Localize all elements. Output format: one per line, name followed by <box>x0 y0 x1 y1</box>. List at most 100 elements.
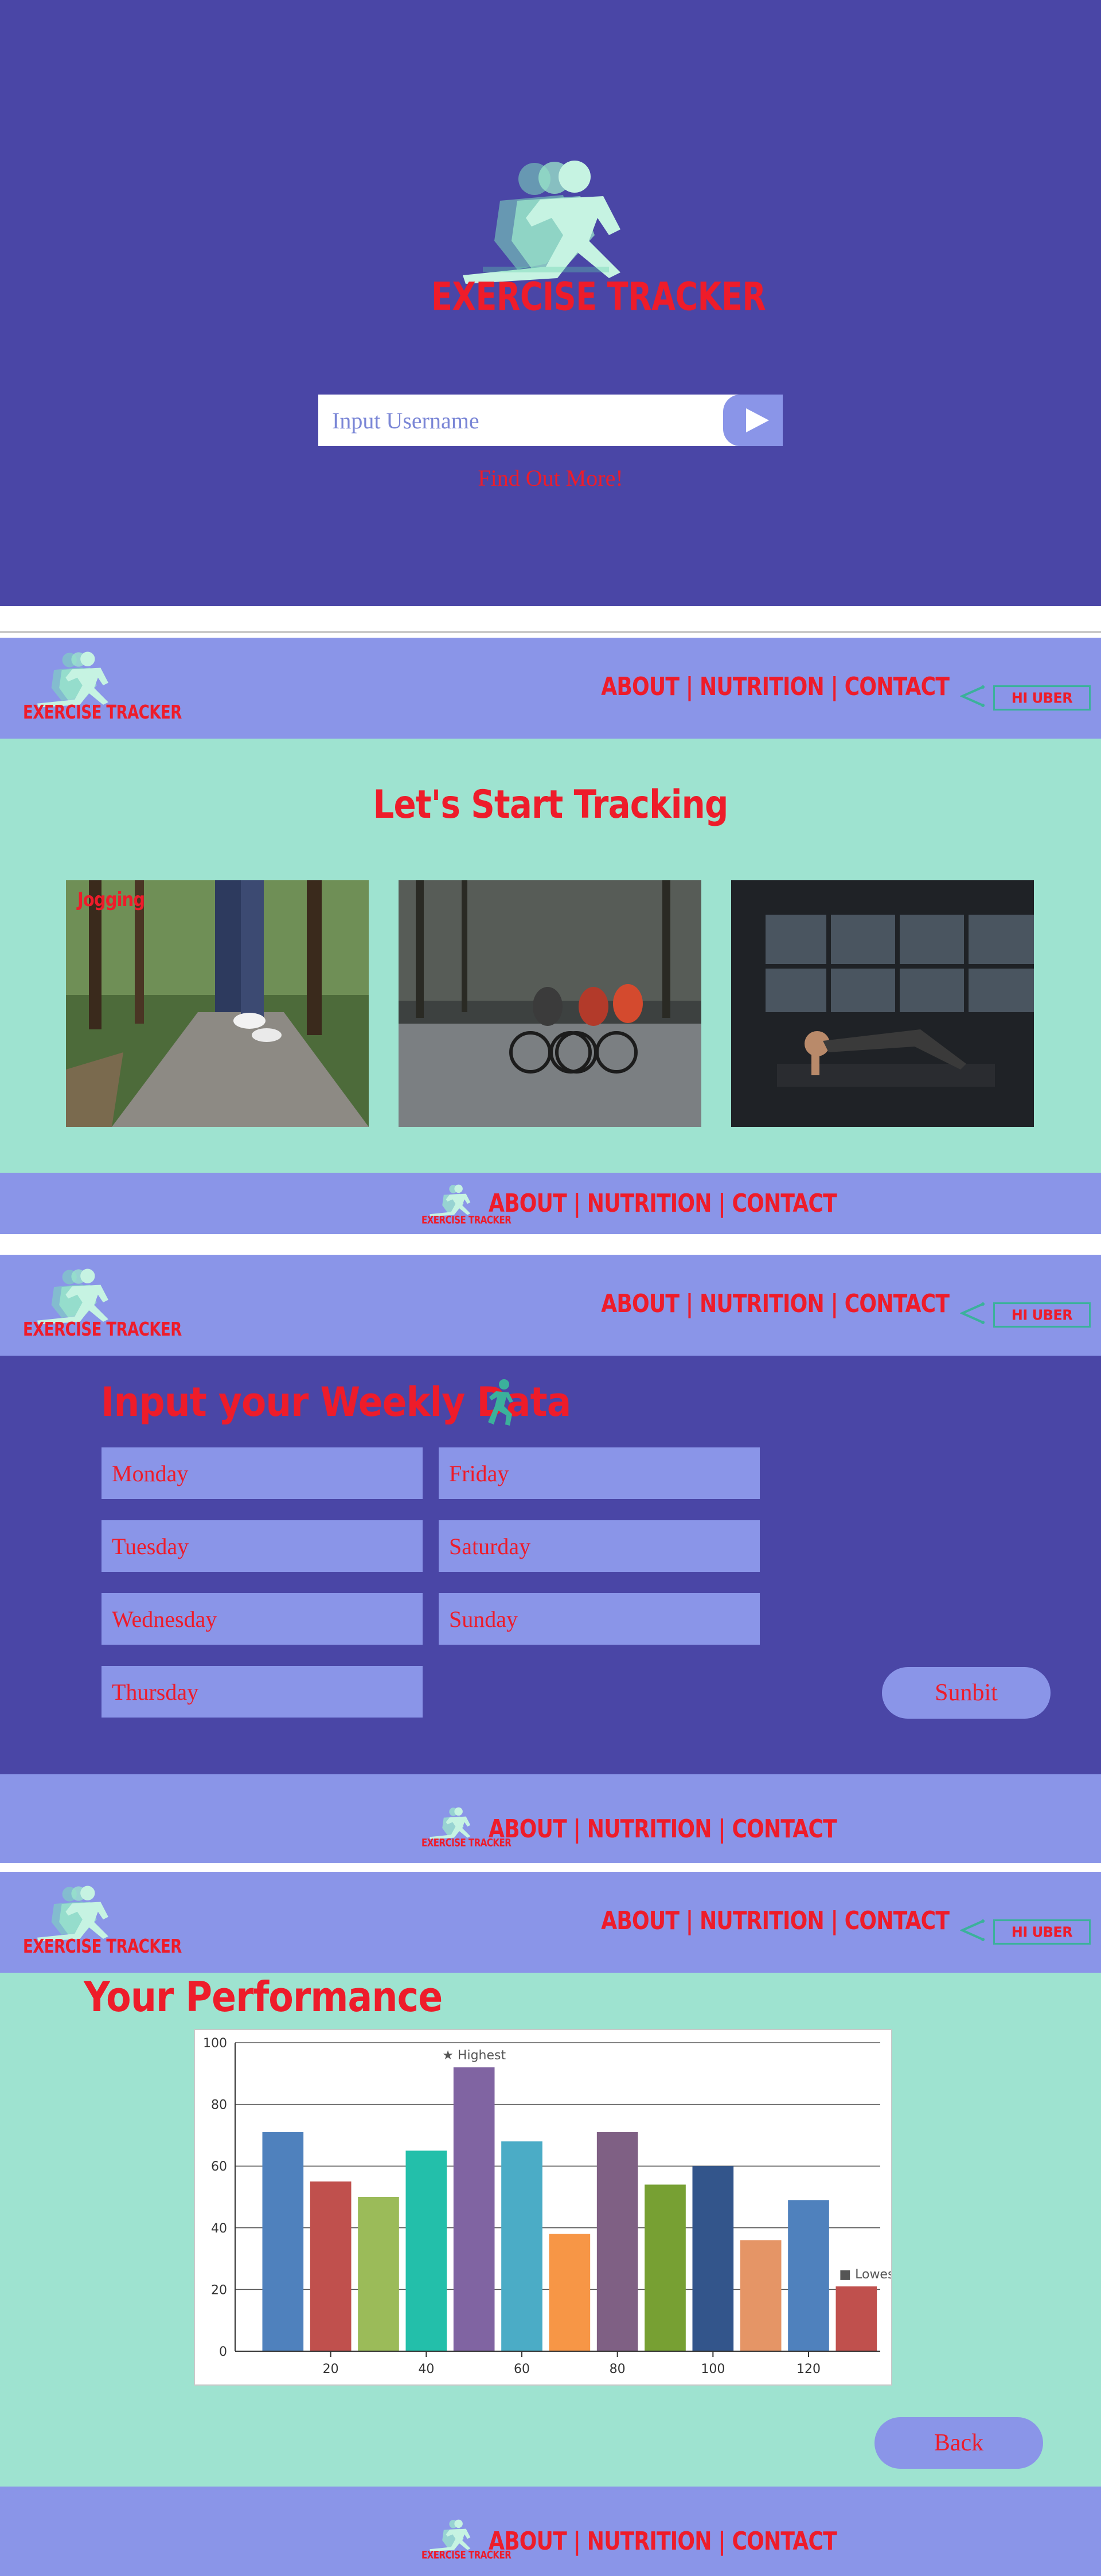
nav-nutrition-link[interactable]: NUTRITION <box>700 1906 825 1935</box>
nav-separator: | <box>685 1906 693 1935</box>
chart-bar <box>453 2067 495 2351</box>
thursday-input[interactable] <box>101 1666 423 1718</box>
username-input[interactable] <box>318 395 723 446</box>
footer-nutrition-link[interactable]: NUTRITION <box>587 2527 712 2556</box>
chart-bar <box>740 2240 782 2351</box>
chart-bar <box>310 2181 352 2351</box>
jogging-label: Jogging <box>77 888 145 911</box>
nav-about-link[interactable]: ABOUT <box>601 672 680 701</box>
chart-bar <box>692 2166 734 2351</box>
cycling-card[interactable] <box>399 880 701 1127</box>
footer-logo: EXERCISE TRACKER <box>421 2518 512 2562</box>
x-tick-label: 20 <box>323 2362 339 2376</box>
saturday-input[interactable] <box>439 1520 760 1572</box>
nav-separator: | <box>830 1289 838 1318</box>
chart-bar <box>645 2184 686 2351</box>
footer-separator: | <box>718 1189 725 1218</box>
nav-logo-text: EXERCISE TRACKER <box>23 1319 182 1341</box>
hero-logo: EXERCISE TRACKER <box>431 155 766 319</box>
sunday-input[interactable] <box>439 1593 760 1645</box>
pushup-card[interactable] <box>731 880 1034 1127</box>
nav-separator: | <box>685 1289 693 1318</box>
hero-logo-text: EXERCISE TRACKER <box>431 274 766 319</box>
chart-bar <box>596 2132 638 2351</box>
footer-logo-text: EXERCISE TRACKER <box>421 2548 512 2562</box>
share-icon[interactable] <box>960 1302 985 1325</box>
nav-links: ABOUT | NUTRITION | CONTACT <box>601 1289 950 1318</box>
wednesday-input[interactable] <box>101 1593 423 1645</box>
nav-nutrition-link[interactable]: NUTRITION <box>700 672 825 701</box>
chart-annotation: ■ Lowest <box>839 2267 891 2282</box>
chart-bar <box>835 2286 877 2351</box>
footer-about-link[interactable]: ABOUT <box>489 2527 567 2556</box>
play-arrow-icon <box>746 408 769 432</box>
nav-contact-link[interactable]: CONTACT <box>845 672 950 701</box>
chart-bar <box>788 2200 829 2351</box>
y-tick-label: 40 <box>211 2222 227 2236</box>
submit-username-button[interactable] <box>723 395 783 446</box>
footer-links: ABOUT | NUTRITION | CONTACT <box>489 1189 837 1218</box>
nav-separator: | <box>830 1906 838 1935</box>
tracking-title: Let's Start Tracking <box>373 782 728 828</box>
footer-logo-text: EXERCISE TRACKER <box>421 1836 512 1849</box>
footer-logo-text: EXERCISE TRACKER <box>421 1213 512 1227</box>
x-tick-label: 60 <box>514 2362 530 2376</box>
footer-logo: EXERCISE TRACKER <box>421 1183 512 1227</box>
chart-bar <box>358 2197 399 2351</box>
user-greeting-badge[interactable]: HI UBER <box>993 1919 1091 1945</box>
chart-annotation: ★ Highest <box>442 2048 506 2063</box>
y-tick-label: 80 <box>211 2098 227 2113</box>
x-tick-label: 80 <box>610 2362 626 2376</box>
nav-contact-link[interactable]: CONTACT <box>845 1289 950 1318</box>
footer-bar: EXERCISE TRACKER ABOUT | NUTRITION | CON… <box>0 2487 1101 2576</box>
footer-contact-link[interactable]: CONTACT <box>732 1814 837 1844</box>
share-icon[interactable] <box>960 685 985 708</box>
performance-title: Your Performance <box>84 1973 443 2021</box>
footer-about-link[interactable]: ABOUT <box>489 1814 567 1844</box>
nav-about-link[interactable]: ABOUT <box>601 1906 680 1935</box>
performance-chart: 0 20 40 60 80 100 20 40 60 80 100 120 ★ Highest ■ Low… <box>194 2029 899 2386</box>
jogging-card[interactable]: Jogging <box>66 880 369 1127</box>
footer-about-link[interactable]: ABOUT <box>489 1189 567 1218</box>
tuesday-input[interactable] <box>101 1520 423 1572</box>
nav-about-link[interactable]: ABOUT <box>601 1289 680 1318</box>
footer-contact-link[interactable]: CONTACT <box>732 1189 837 1218</box>
top-nav-bar: EXERCISE TRACKER ABOUT | NUTRITION | CON… <box>0 638 1101 739</box>
friday-input[interactable] <box>439 1447 760 1499</box>
footer-nutrition-link[interactable]: NUTRITION <box>587 1189 712 1218</box>
monday-input[interactable] <box>101 1447 423 1499</box>
nav-logo[interactable]: EXERCISE TRACKER <box>23 1883 182 1958</box>
y-tick-label: 60 <box>211 2160 227 2174</box>
nav-logo[interactable]: EXERCISE TRACKER <box>23 649 182 724</box>
nav-nutrition-link[interactable]: NUTRITION <box>700 1289 825 1318</box>
section-divider <box>0 631 1101 633</box>
chart-labels: 0 20 40 60 80 100 20 40 60 80 100 120 ★ Highest ■ Low… <box>203 2036 899 2376</box>
share-icon[interactable] <box>960 1919 985 1942</box>
find-out-more-link[interactable]: Find Out More! <box>0 465 1101 491</box>
footer-separator: | <box>573 2527 581 2556</box>
footer-bar: EXERCISE TRACKER ABOUT | NUTRITION | CON… <box>0 1173 1101 1234</box>
jogging-photo-icon <box>66 880 369 1127</box>
x-tick-label: 120 <box>797 2362 821 2376</box>
chart-bar <box>262 2132 304 2351</box>
nav-logo[interactable]: EXERCISE TRACKER <box>23 1266 182 1341</box>
nav-separator: | <box>685 672 693 701</box>
user-greeting-badge[interactable]: HI UBER <box>993 1302 1091 1328</box>
nav-links: ABOUT | NUTRITION | CONTACT <box>601 1906 950 1935</box>
chart-bar <box>405 2150 447 2351</box>
username-form <box>318 395 783 446</box>
y-tick-label: 20 <box>211 2283 227 2297</box>
footer-separator: | <box>718 2527 725 2556</box>
top-nav-bar: EXERCISE TRACKER ABOUT | NUTRITION | CON… <box>0 1255 1101 1356</box>
submit-button[interactable]: Sunbit <box>882 1667 1051 1719</box>
pushup-photo-icon <box>731 880 1034 1127</box>
footer-nutrition-link[interactable]: NUTRITION <box>587 1814 712 1844</box>
top-nav-bar: EXERCISE TRACKER ABOUT | NUTRITION | CON… <box>0 1872 1101 1973</box>
footer-contact-link[interactable]: CONTACT <box>732 2527 837 2556</box>
cycling-photo-icon <box>399 880 701 1127</box>
nav-contact-link[interactable]: CONTACT <box>845 1906 950 1935</box>
user-greeting-badge[interactable]: HI UBER <box>993 685 1091 711</box>
footer-separator: | <box>718 1814 725 1844</box>
back-button[interactable]: Back <box>874 2417 1043 2469</box>
x-tick-label: 100 <box>701 2362 725 2376</box>
